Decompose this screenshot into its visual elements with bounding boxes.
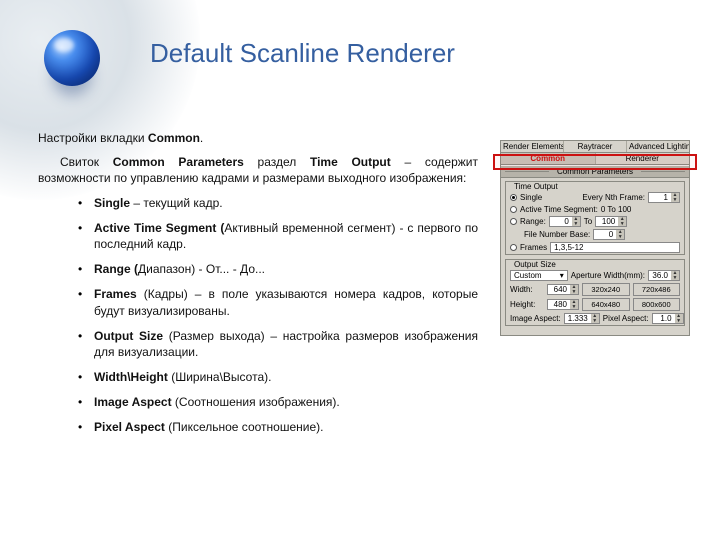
list-item: Output Size (Размер выхода) – настройка …	[94, 328, 478, 360]
radio-single[interactable]	[510, 194, 517, 201]
every-nth-spinner[interactable]: 1▲▼	[648, 192, 680, 203]
aperture-spinner[interactable]: 36.0▲▼	[648, 270, 680, 281]
output-size-select[interactable]: Custom▾	[510, 270, 568, 281]
range-to-spinner[interactable]: 100▲▼	[595, 216, 627, 227]
render-dialog: Render Elements Raytracer Advanced Light…	[500, 140, 690, 336]
tab-renderer[interactable]: Renderer	[596, 153, 690, 164]
intro-line-2: Свиток Common Parameters раздел Time Out…	[38, 154, 478, 186]
pixel-aspect-spinner[interactable]: 1.0▲▼	[652, 313, 684, 324]
frames-input[interactable]: 1,3,5-12	[550, 242, 680, 253]
list-item: Width\Height (Ширина\Высота).	[94, 369, 478, 385]
bullet-list: Single – текущий кадр. Active Time Segme…	[94, 195, 478, 436]
preset-320x240-button[interactable]: 320x240	[582, 283, 630, 296]
page-title: Default Scanline Renderer	[150, 38, 455, 69]
height-spinner[interactable]: 480▲▼	[547, 299, 579, 310]
group-time-output: Time Output Single Every Nth Frame: 1▲▼ …	[505, 181, 685, 255]
radio-active-time-segment[interactable]	[510, 206, 517, 213]
list-item: Range (Диапазон) - От... - До...	[94, 261, 478, 277]
list-item: Image Aspect (Соотношения изображения).	[94, 394, 478, 410]
tab-common[interactable]: Common	[501, 153, 596, 164]
radio-frames[interactable]	[510, 244, 517, 251]
list-item: Pixel Aspect (Пиксельное соотношение).	[94, 419, 478, 435]
radio-range[interactable]	[510, 218, 517, 225]
image-aspect-spinner[interactable]: 1.333▲▼	[564, 313, 600, 324]
tabs-row-1: Render Elements Raytracer Advanced Light…	[501, 141, 689, 153]
main-content: Настройки вкладки Common. Свиток Common …	[38, 130, 478, 445]
preset-720x486-button[interactable]: 720x486	[633, 283, 681, 296]
intro-line-1: Настройки вкладки Common.	[38, 130, 478, 146]
group-output-size: Output Size Custom▾ Aperture Width(mm): …	[505, 259, 685, 326]
range-from-spinner[interactable]: 0▲▼	[549, 216, 581, 227]
tab-advanced-lighting[interactable]: Advanced Lighting	[627, 141, 689, 152]
rollout-common-parameters[interactable]: Common Parameters	[501, 165, 689, 178]
list-item: Active Time Segment (Активный временной …	[94, 220, 478, 252]
tab-render-elements[interactable]: Render Elements	[501, 141, 564, 152]
chevron-down-icon: ▾	[560, 271, 564, 280]
decorative-sphere	[44, 30, 100, 86]
tabs-row-2: Common Renderer	[501, 153, 689, 165]
tab-raytracer[interactable]: Raytracer	[564, 141, 627, 152]
list-item: Single – текущий кадр.	[94, 195, 478, 211]
list-item: Frames (Кадры) – в поле указываются номе…	[94, 286, 478, 318]
preset-640x480-button[interactable]: 640x480	[582, 298, 630, 311]
file-number-base-spinner[interactable]: 0▲▼	[593, 229, 625, 240]
width-spinner[interactable]: 640▲▼	[547, 284, 579, 295]
preset-800x600-button[interactable]: 800x600	[633, 298, 681, 311]
